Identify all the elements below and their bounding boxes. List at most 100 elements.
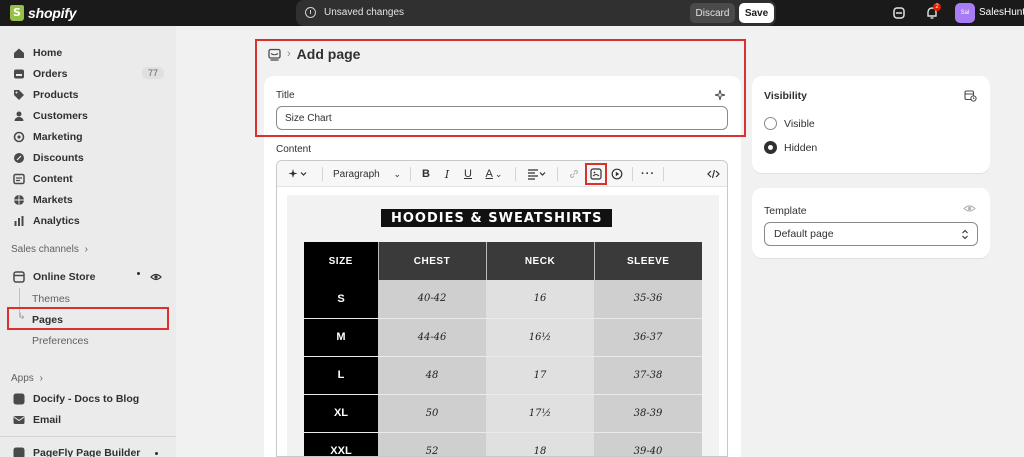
bold-icon: B [422, 168, 430, 180]
toolbar-divider [663, 167, 664, 181]
pages-icon[interactable] [268, 48, 281, 61]
sidebar-item-content[interactable]: Content [8, 169, 168, 189]
sidebar-item-orders[interactable]: Orders 77 [8, 64, 168, 84]
table-cell: 35-36 [594, 280, 702, 319]
sidebar-item-label: Products [33, 89, 79, 101]
sidebar-item-discounts[interactable]: Discounts [8, 148, 168, 168]
bold-button[interactable]: B [419, 166, 433, 182]
sales-channels-heading[interactable]: Sales channels › [11, 244, 88, 255]
sidebar-subitem-themes[interactable]: Themes [32, 293, 70, 305]
visible-radio-label: Visible [784, 118, 815, 130]
alert-circle-icon [305, 7, 316, 18]
template-select[interactable]: Default page [764, 222, 978, 246]
sidebar-app-docify[interactable]: Docify - Docs to Blog [8, 389, 168, 409]
pagefly-app-icon [13, 447, 25, 457]
store-name[interactable]: SalesHunt [979, 7, 1024, 18]
shopify-logo[interactable]: shopify [10, 4, 77, 22]
align-left-icon [528, 169, 546, 180]
sidebar-divider [0, 436, 176, 437]
table-cell: 18 [486, 432, 594, 456]
table-row: XXL 52 18 39-40 [304, 432, 702, 456]
paragraph-select[interactable]: Paragraph ⌄ [333, 166, 401, 182]
sidebar-item-label: Orders [33, 68, 68, 80]
orders-count-badge: 77 [141, 67, 164, 79]
sidebar-item-customers[interactable]: Customers [8, 106, 168, 126]
discount-icon [13, 152, 25, 164]
table-row: L 48 17 37-38 [304, 356, 702, 395]
sales-channels-label: Sales channels [11, 244, 79, 255]
sidebar-item-online-store[interactable]: Online Store [8, 267, 168, 287]
table-cell: 36-37 [594, 318, 702, 357]
size-chart-heading: HOODIES & SWEATSHIRTS [381, 209, 613, 227]
link-button[interactable] [566, 166, 582, 182]
person-icon [13, 110, 25, 122]
breadcrumb-chevron-icon: › [287, 48, 291, 60]
apps-heading[interactable]: Apps › [11, 373, 43, 384]
title-input[interactable]: Size Chart [276, 106, 728, 130]
avatar[interactable]: Sal [955, 3, 975, 23]
link-icon [569, 169, 579, 179]
sidebar-item-analytics[interactable]: Analytics [8, 211, 168, 231]
table-cell: 48 [378, 356, 486, 395]
table-cell: L [304, 356, 378, 395]
store-icon[interactable] [892, 6, 906, 20]
table-row: M 44-46 16½ 36-37 [304, 318, 702, 357]
tag-icon [13, 89, 25, 101]
insert-video-button[interactable] [609, 166, 625, 182]
title-label: Title [276, 90, 295, 101]
visible-radio[interactable] [764, 117, 777, 130]
save-button[interactable]: Save [739, 3, 774, 23]
sidebar-app-email[interactable]: Email [8, 410, 168, 430]
mail-icon [13, 414, 25, 426]
calendar-clock-icon[interactable] [964, 89, 977, 102]
underline-button[interactable]: U [461, 166, 475, 182]
unsaved-changes-text: Unsaved changes [324, 7, 405, 18]
table-cell: 44-46 [378, 318, 486, 357]
html-source-button[interactable] [705, 166, 721, 182]
sidebar-item-label: PageFly Page Builder [33, 447, 141, 457]
sidebar-item-label: Online Store [33, 271, 96, 283]
toolbar-divider [632, 167, 633, 181]
chevron-down-icon: ⌄ [494, 168, 503, 179]
insert-image-button[interactable] [588, 166, 604, 182]
text-color-button[interactable]: A ⌄ [482, 166, 506, 182]
table-cell: 38-39 [594, 394, 702, 433]
table-cell: 39-40 [594, 432, 702, 456]
sidebar: Home Orders 77 Products Customers Market… [0, 26, 176, 457]
editor-content-area[interactable]: HOODIES & SWEATSHIRTS SIZE CHEST NECK SL… [277, 187, 727, 456]
eye-icon[interactable] [963, 202, 976, 215]
italic-button[interactable]: I [440, 166, 454, 182]
sidebar-item-products[interactable]: Products [8, 85, 168, 105]
table-cell: 37-38 [594, 356, 702, 395]
breadcrumb: › Add page [268, 46, 360, 62]
table-cell: XL [304, 394, 378, 433]
align-button[interactable] [525, 166, 549, 182]
code-icon [706, 169, 720, 179]
apps-label: Apps [11, 373, 34, 384]
sidebar-item-home[interactable]: Home [8, 43, 168, 63]
sidebar-item-label: Home [33, 47, 63, 59]
top-bar: shopify Unsaved changes Discard Save 2 S… [0, 0, 1024, 26]
status-dot [155, 452, 158, 455]
size-chart-image: HOODIES & SWEATSHIRTS SIZE CHEST NECK SL… [287, 195, 719, 456]
sparkle-icon[interactable] [714, 89, 727, 102]
sidebar-subitem-preferences[interactable]: Preferences [32, 335, 89, 347]
toolbar-divider [557, 167, 558, 181]
sidebar-subitem-pages[interactable]: Pages [32, 314, 63, 326]
ai-generate-button[interactable] [285, 166, 311, 182]
sidebar-item-label: Email [33, 414, 62, 426]
sidebar-app-pagefly[interactable]: PageFly Page Builder [8, 443, 168, 457]
toolbar-divider [410, 167, 411, 181]
sidebar-item-label: Markets [33, 194, 73, 206]
eye-icon[interactable] [150, 271, 162, 283]
sidebar-item-marketing[interactable]: Marketing [8, 127, 168, 147]
sparkle-icon [288, 169, 307, 178]
chevron-up-down-icon [962, 229, 968, 240]
discard-button[interactable]: Discard [690, 3, 735, 23]
sidebar-item-markets[interactable]: Markets [8, 190, 168, 210]
table-cell: 40-42 [378, 280, 486, 319]
table-row: S 40-42 16 35-36 [304, 280, 702, 319]
size-chart-header: CHEST [378, 242, 487, 280]
hidden-radio[interactable] [764, 141, 777, 154]
more-options-button[interactable]: ··· [640, 166, 656, 182]
